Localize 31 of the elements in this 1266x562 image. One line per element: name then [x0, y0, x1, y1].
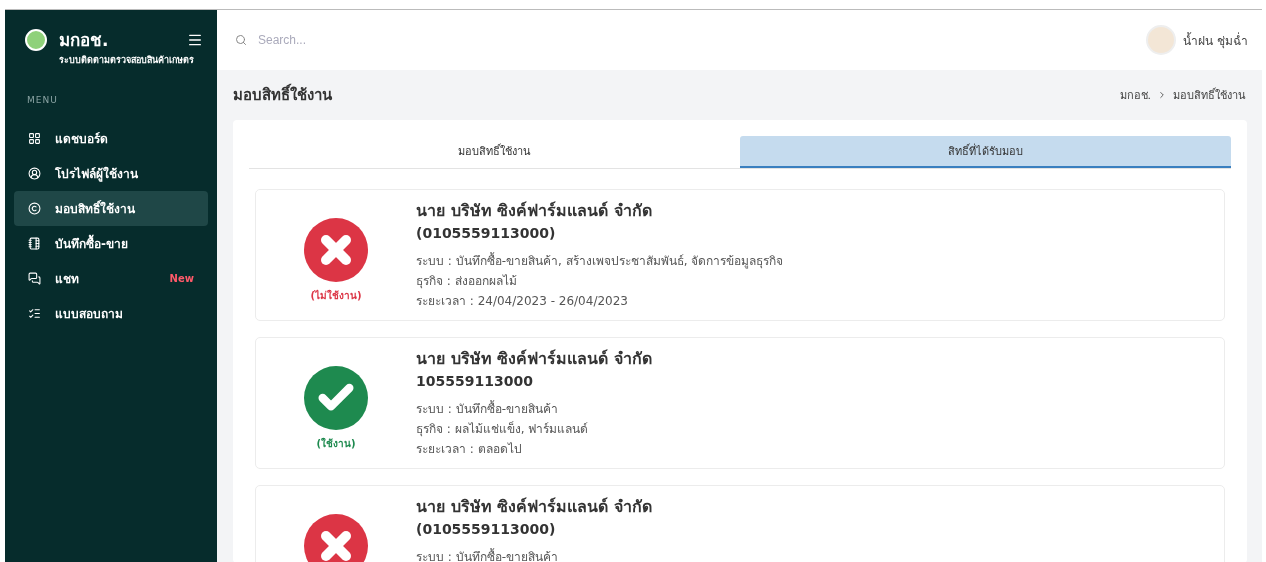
new-label: New [169, 273, 194, 284]
detail-line: ระยะเวลา : 24/04/2023 - 26/04/2023 [416, 293, 629, 310]
detail-line: ระบบ : บันทึกซื้อ-ขายสินค้า, สร้างเพจประชาสัมพันธ์, จัดการข้อมูลธุรกิจ [416, 251, 784, 271]
sidebar-item[interactable]: แบบสอบถาม [14, 296, 208, 331]
sidebar-item[interactable]: แชท New [14, 261, 208, 296]
breadcrumb-item[interactable]: มกอช. [1119, 86, 1151, 104]
company-name: นาย บริษัท ซิงค์ฟาร์มแลนด์ จำกัด [416, 496, 652, 518]
sidebar-item[interactable]: แดชบอร์ด [14, 121, 208, 156]
user-name[interactable]: น้ำฝน ชุ่มฉ่ำ [1183, 30, 1248, 50]
tax-id: (0105559113000) [416, 521, 557, 537]
status-label: (ไม่ใช้งาน) [310, 288, 362, 303]
detail-line: ธุรกิจ : ส่งออกผลไม้ [416, 273, 518, 291]
status-label: (ใช้งาน) [316, 436, 356, 451]
tax-id: 105559113000 [416, 373, 534, 389]
detail-line: ธุรกิจ : ผลไม้แช่แข็ง, ฟาร์มแลนด์ [416, 420, 590, 439]
brand-name: มกอช. [59, 29, 110, 52]
detail-line: ระบบ : บันทึกซื้อ-ขายสินค้า [416, 399, 559, 418]
detail-line: ระยะเวลา : ตลอดไป [416, 441, 523, 458]
tax-id: (0105559113000) [416, 225, 557, 241]
sidebar-item[interactable]: มอบสิทธิ์ใช้งาน [14, 191, 208, 226]
brand-subtitle: ระบบติดตามตรวจสอบสินค้าเกษตร [59, 54, 195, 67]
page-title: มอบสิทธิ์ใช้งาน [233, 83, 332, 107]
tab[interactable]: สิทธิ์ที่ได้รับมอบ [740, 136, 1231, 168]
sidebar-item[interactable]: บันทึกซื้อ-ขาย [14, 226, 208, 261]
sidebar-item[interactable]: โปรไฟล์ผู้ใช้งาน [14, 156, 208, 191]
detail-line: ระบบ : บันทึกซื้อ-ขายสินค้า [416, 547, 559, 562]
menu-heading: MENU [26, 94, 59, 107]
company-name: นาย บริษัท ซิงค์ฟาร์มแลนด์ จำกัด [416, 348, 652, 370]
company-name: นาย บริษัท ซิงค์ฟาร์มแลนด์ จำกัด [416, 200, 653, 222]
breadcrumb-item: มอบสิทธิ์ใช้งาน [1173, 86, 1246, 104]
search-field[interactable]: Search... [256, 32, 460, 48]
